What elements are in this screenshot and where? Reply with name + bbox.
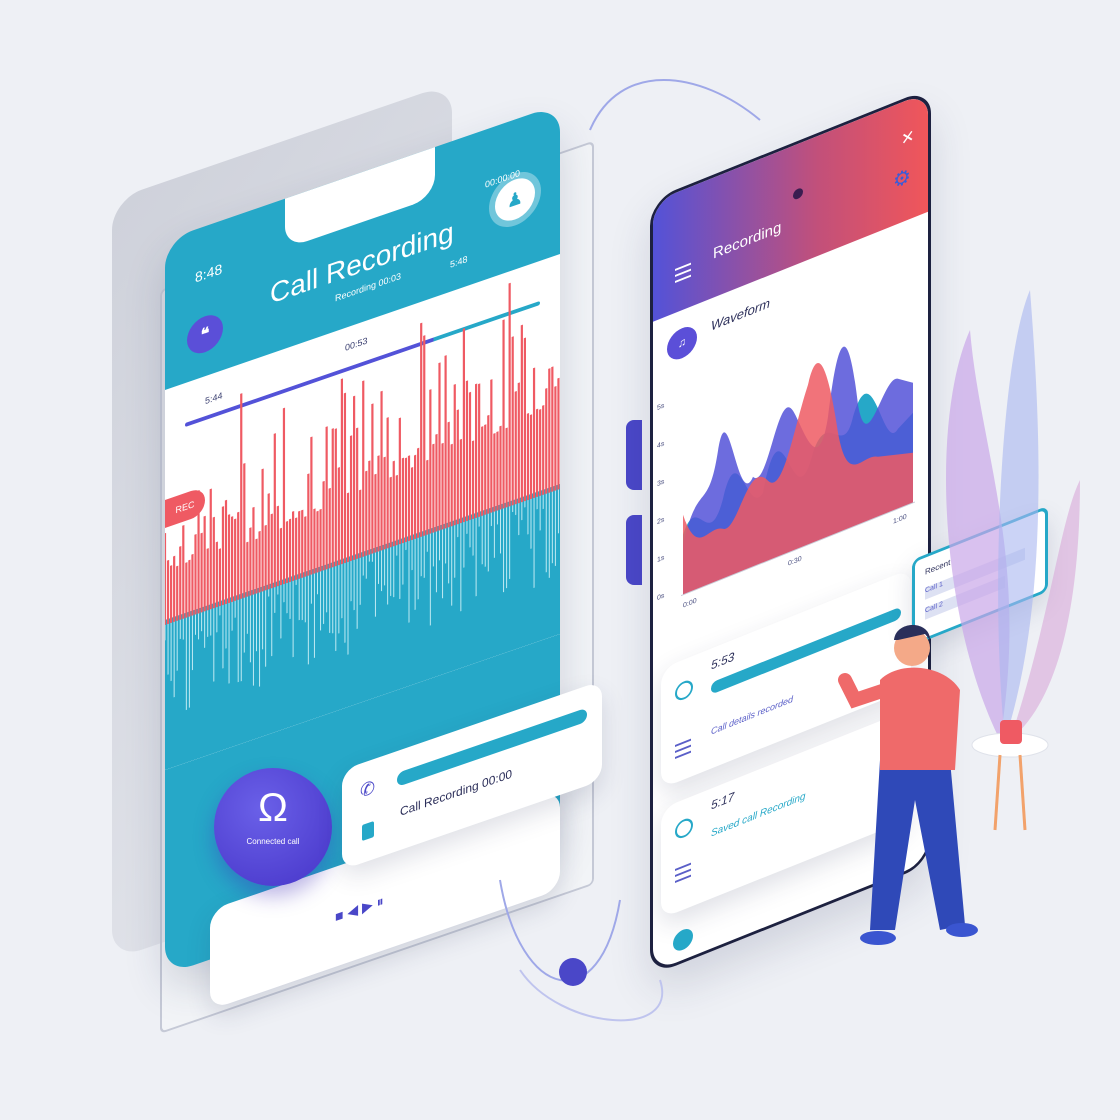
plant-pot — [1000, 720, 1022, 744]
person-illustration — [838, 625, 978, 945]
cable — [589, 79, 761, 131]
cable-node-icon — [559, 958, 587, 986]
illustration-decor — [499, 79, 1080, 1022]
cable — [519, 969, 664, 1022]
cable — [499, 879, 621, 982]
